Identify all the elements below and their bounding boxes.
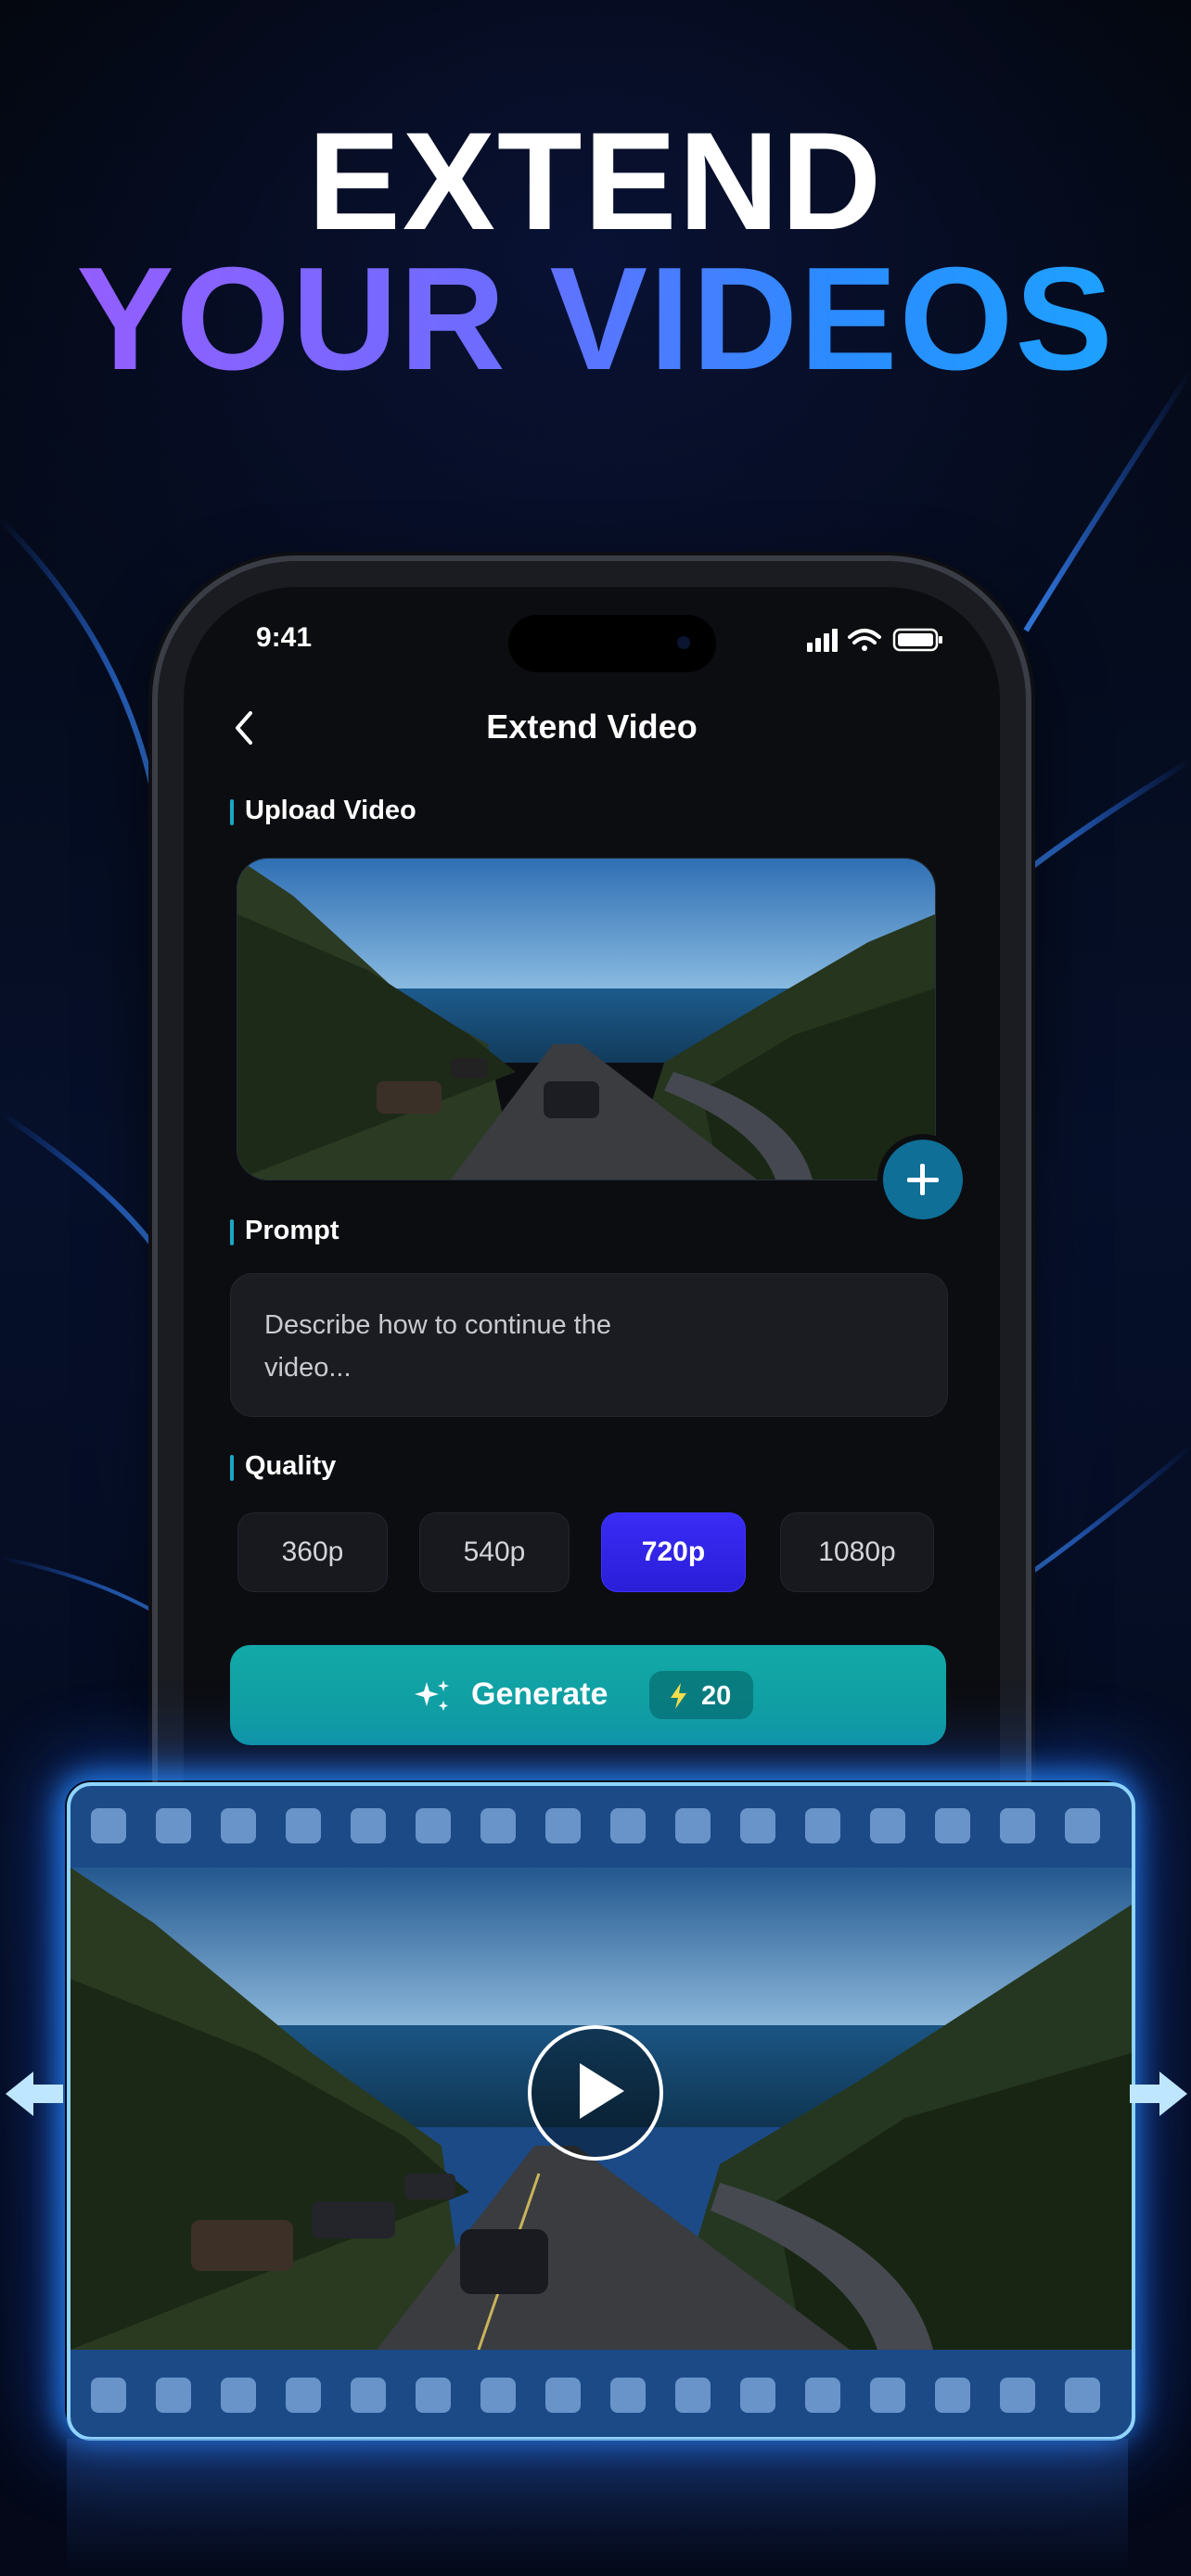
quality-option-720p[interactable]: 720p bbox=[601, 1512, 746, 1592]
coastal-road-image bbox=[237, 859, 935, 1180]
quality-option-1080p[interactable]: 1080p bbox=[780, 1512, 934, 1592]
add-video-button[interactable] bbox=[883, 1140, 963, 1219]
dynamic-island bbox=[508, 615, 716, 672]
film-hole bbox=[1000, 1808, 1035, 1843]
film-hole bbox=[870, 1808, 905, 1843]
page-title: Extend Video bbox=[486, 708, 698, 746]
quality-label: Quality bbox=[230, 1451, 336, 1482]
film-hole bbox=[351, 2378, 386, 2413]
generate-button[interactable]: Generate 20 bbox=[230, 1645, 946, 1745]
credit-cost-badge: 20 bbox=[649, 1671, 753, 1719]
film-hole bbox=[91, 2378, 126, 2413]
signal-icon bbox=[807, 629, 838, 652]
bolt-icon bbox=[671, 1683, 686, 1709]
film-hole bbox=[935, 2378, 970, 2413]
film-hole bbox=[870, 2378, 905, 2413]
phone-mockup: 9:41 Extend Video Upload Video Prompt De… bbox=[158, 561, 1026, 1915]
film-hole bbox=[416, 1808, 451, 1843]
film-hole bbox=[1000, 2378, 1035, 2413]
film-hole bbox=[416, 2378, 451, 2413]
status-icons bbox=[807, 628, 942, 652]
film-hole bbox=[805, 2378, 840, 2413]
status-time: 9:41 bbox=[256, 622, 313, 653]
play-button[interactable] bbox=[528, 2025, 663, 2161]
film-hole bbox=[675, 1808, 711, 1843]
right-arrow-icon bbox=[1130, 2072, 1187, 2116]
prompt-placeholder: Describe how to continue the video... bbox=[264, 1310, 611, 1383]
film-holes-top bbox=[70, 1786, 1132, 1868]
prompt-input[interactable]: Describe how to continue the video... bbox=[230, 1273, 948, 1417]
quality-selector: 360p 540p 720p 1080p bbox=[237, 1512, 941, 1592]
film-hole bbox=[610, 2378, 646, 2413]
film-hole bbox=[740, 1808, 775, 1843]
upload-video-thumbnail[interactable] bbox=[237, 858, 936, 1180]
film-holes-bottom bbox=[70, 2355, 1132, 2437]
left-arrow-icon bbox=[6, 2072, 63, 2116]
wifi-icon bbox=[848, 629, 881, 651]
film-hole bbox=[221, 1808, 256, 1843]
film-hole bbox=[221, 2378, 256, 2413]
film-hole bbox=[1065, 2378, 1100, 2413]
quality-option-360p[interactable]: 360p bbox=[237, 1512, 388, 1592]
film-hole bbox=[480, 2378, 516, 2413]
film-hole bbox=[675, 2378, 711, 2413]
film-hole bbox=[480, 1808, 516, 1843]
film-hole bbox=[286, 1808, 321, 1843]
prompt-label: Prompt bbox=[230, 1216, 339, 1246]
film-hole bbox=[805, 1808, 840, 1843]
film-hole bbox=[740, 2378, 775, 2413]
film-hole bbox=[935, 1808, 970, 1843]
film-hole bbox=[545, 1808, 581, 1843]
battery-icon bbox=[892, 628, 942, 652]
film-hole bbox=[91, 1808, 126, 1843]
film-hole bbox=[545, 2378, 581, 2413]
film-hole bbox=[351, 1808, 386, 1843]
film-hole bbox=[156, 2378, 191, 2413]
quality-option-540p[interactable]: 540p bbox=[419, 1512, 570, 1592]
upload-label: Upload Video bbox=[230, 796, 416, 826]
film-hole bbox=[1065, 1808, 1100, 1843]
filmstrip-reflection bbox=[67, 2439, 1128, 2576]
film-hole bbox=[610, 1808, 646, 1843]
app-screen: 9:41 Extend Video Upload Video Prompt De… bbox=[184, 587, 1000, 1913]
film-hole bbox=[286, 2378, 321, 2413]
credit-cost-value: 20 bbox=[701, 1681, 732, 1711]
headline-line-1: EXTEND bbox=[307, 103, 884, 259]
sparkle-icon bbox=[415, 1680, 449, 1711]
headline-line-2: YOUR VIDEOS bbox=[0, 246, 1191, 392]
film-hole bbox=[156, 1808, 191, 1843]
generate-label: Generate bbox=[471, 1677, 608, 1712]
